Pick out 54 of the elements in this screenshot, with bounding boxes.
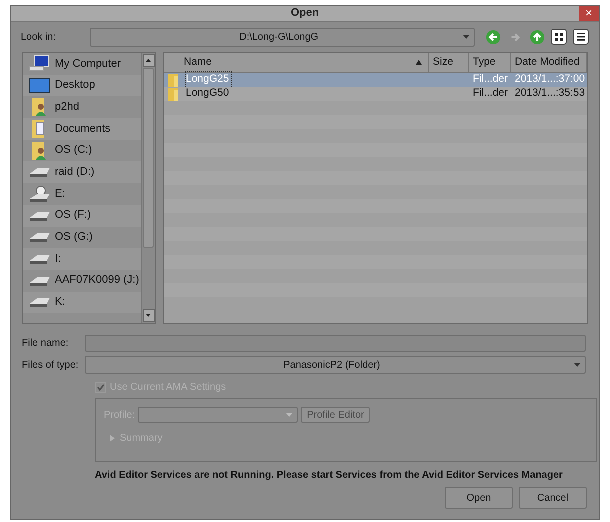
list-view-button[interactable]: [573, 29, 589, 45]
caret-icon: [463, 35, 470, 39]
scroll-up-icon[interactable]: [146, 59, 151, 62]
column-header[interactable]: Name: [164, 53, 429, 72]
file-name: LongG25: [186, 72, 232, 88]
drive-icon: [29, 253, 51, 266]
drive-icon: [29, 231, 51, 244]
file-name-field[interactable]: [85, 334, 586, 352]
check-icon: [96, 384, 104, 390]
sort-ascending-icon: [416, 60, 422, 65]
dialog-button[interactable]: Cancel: [519, 487, 587, 509]
caret-icon: [286, 413, 294, 417]
look-in-label: Look in:: [21, 30, 58, 44]
desktop-icon: [29, 76, 51, 95]
scrollbar[interactable]: [141, 53, 155, 323]
up-icon[interactable]: [529, 29, 545, 45]
file-row[interactable]: LongG50 Fil...der 2013/1...:35:53: [164, 87, 587, 101]
caret-icon: [574, 363, 581, 367]
file-date: 2013/1...:37:00: [514, 72, 586, 88]
column-header[interactable]: Type: [469, 53, 511, 72]
sidebar-item[interactable]: raid (D:): [23, 161, 141, 184]
dialog-button[interactable]: Open: [445, 487, 513, 509]
sidebar-item[interactable]: OS (C:): [23, 140, 141, 162]
cd-drive-icon: [29, 184, 51, 203]
look-in-dropdown[interactable]: D:\Long-G\LongG: [90, 28, 475, 46]
file-date: 2013/1...:35:53: [514, 86, 586, 102]
back-icon[interactable]: [485, 29, 501, 45]
file-name: LongG50: [186, 86, 230, 102]
file-name-label: File name:: [22, 336, 70, 350]
status-message: Avid Editor Services are not Running. Please start Services from the Avid Editor Services Manager: [95, 469, 564, 483]
drive-icon: [29, 166, 51, 178]
list-icon: [577, 33, 585, 41]
drive-icon: [29, 210, 51, 222]
sidebar-item[interactable]: OS (F:): [23, 204, 141, 226]
column-header[interactable]: Size: [429, 53, 469, 72]
sidebar-item[interactable]: I:: [23, 248, 141, 270]
folder-icon: [168, 74, 180, 86]
window-title: Open: [290, 6, 320, 22]
folder-icon: [168, 88, 180, 100]
sidebar-item[interactable]: Desktop: [23, 74, 141, 96]
scroll-down-icon[interactable]: [146, 314, 151, 317]
sidebar-item[interactable]: K:: [23, 292, 141, 314]
drive-icon: [29, 296, 51, 308]
file-type-dropdown[interactable]: PanasonicP2 (Folder): [85, 356, 586, 374]
column-header[interactable]: Date Modified: [511, 53, 587, 72]
sidebar-item[interactable]: Documents: [23, 118, 141, 140]
file-type: Fil...der: [472, 72, 510, 88]
close-button[interactable]: ×: [579, 6, 599, 21]
grid-icon: [555, 33, 563, 41]
computer-icon: [29, 54, 51, 73]
files-of-type-label: Files of type:: [22, 358, 80, 372]
file-type: Fil...der: [472, 86, 510, 102]
icon-view-button[interactable]: [551, 29, 567, 45]
drive-icon: [29, 274, 51, 287]
